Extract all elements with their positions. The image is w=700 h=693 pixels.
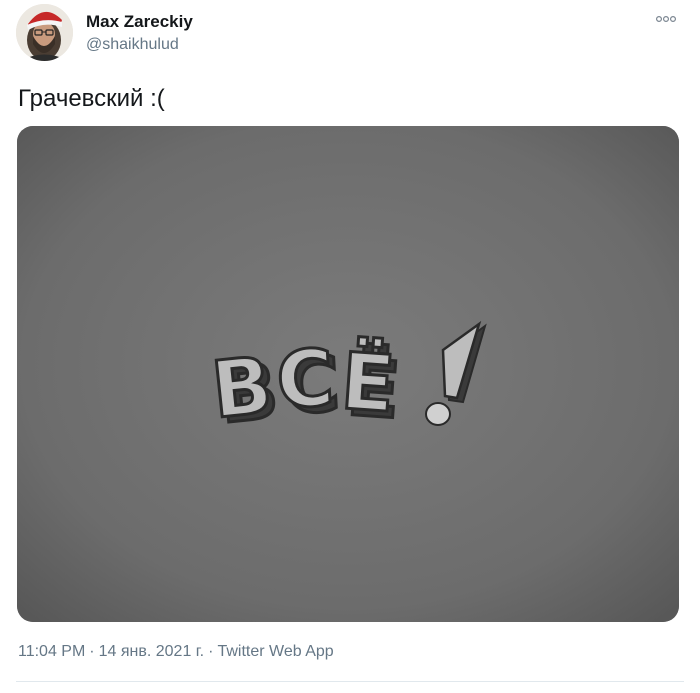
tweet-time-link[interactable]: 11:04 PM (18, 643, 85, 660)
svg-text:В: В (208, 341, 277, 437)
svg-text:С: С (274, 334, 336, 427)
tweet-meta: 11:04 PM · 14 янв. 2021 г. · Twitter Web App (18, 642, 334, 662)
tweet-header: Max Zareckiy @shaikhulud (16, 4, 684, 64)
tweet-source-link[interactable]: Twitter Web App (217, 643, 333, 660)
tweet-card: Max Zareckiy @shaikhulud Грачевский :(В… (0, 0, 700, 693)
svg-text:Ё: Ё (338, 335, 398, 430)
meta-separator: · (208, 643, 214, 660)
author-display-name[interactable]: Max Zareckiy (86, 12, 193, 32)
avatar[interactable] (16, 4, 73, 61)
more-icon[interactable] (654, 10, 678, 26)
author-names: Max Zareckiy @shaikhulud (86, 12, 193, 55)
tweet-media-image[interactable]: В С Ё В С Ё (17, 126, 679, 622)
author-handle[interactable]: @shaikhulud (86, 35, 193, 55)
divider (16, 681, 684, 682)
tweet-text: Грачевский :( (18, 85, 165, 112)
tweet-date-link[interactable]: 14 янв. 2021 г. (99, 643, 205, 660)
meta-separator: · (89, 643, 95, 660)
